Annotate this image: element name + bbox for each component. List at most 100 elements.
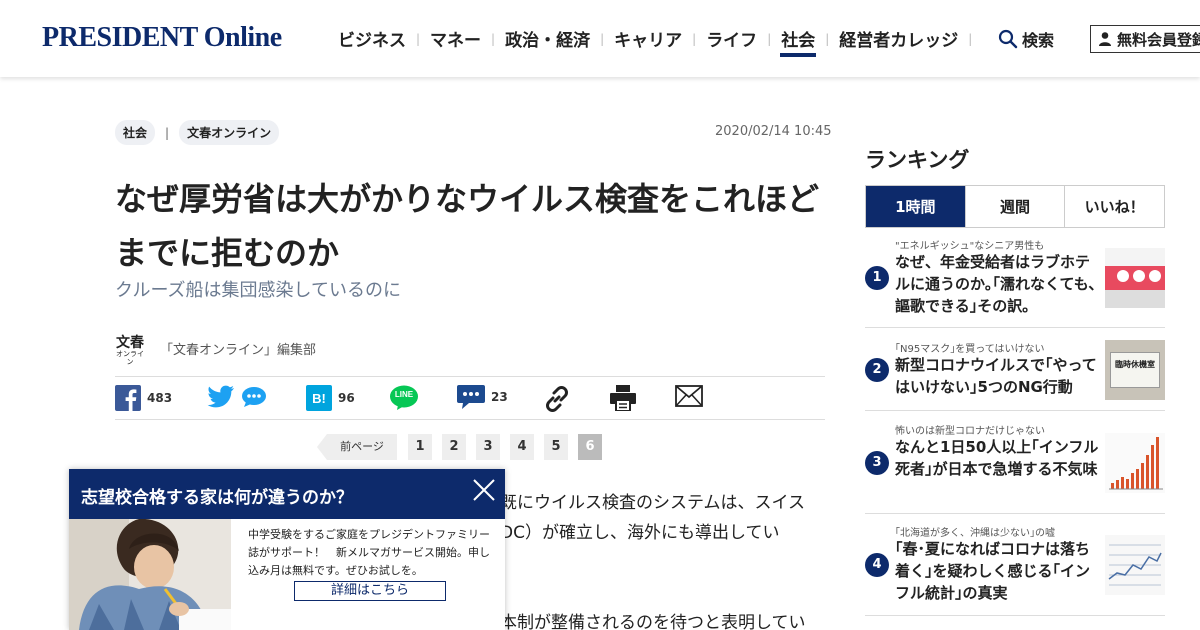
page-link-3[interactable]: 3	[476, 434, 500, 460]
hatena-count: 96	[338, 391, 355, 405]
page-link-6-current: 6	[578, 434, 602, 460]
ranking-item-thumbnail	[1105, 535, 1165, 595]
tag-society[interactable]: 社会	[115, 120, 156, 145]
nav-item-career[interactable]: キャリア	[606, 0, 690, 77]
facebook-icon	[115, 385, 141, 411]
popup-title: 志望校合格する家は何が違うのか？	[81, 488, 353, 508]
popup-child-studying-image	[69, 519, 231, 630]
author-logo-subtext: オンライン	[116, 350, 144, 366]
rank-number-badge: 4	[865, 553, 889, 577]
ranking-item[interactable]: 2 ｢N95マスク｣を買ってはいけない 新型コロナウイルスで｢やってはいけない｣…	[865, 338, 1165, 411]
thumbnail-sign: 臨時休機室	[1110, 352, 1160, 388]
ranking-item-headline: なぜ、年金受給者はラブホテルに通うのか｡｢濡れなくても､謳歌できる｣その訳｡	[895, 253, 1097, 315]
site-header: PRESIDENT Online ビジネス | マネー | 政治・経済 | キャ…	[0, 0, 1200, 77]
tab-weekly[interactable]: 週間	[964, 186, 1065, 227]
tag-bunshun-online[interactable]: 文春オンライン	[179, 120, 280, 145]
ranking-item-headline: 新型コロナウイルスで｢やってはいけない｣5つのNG行動	[895, 356, 1097, 396]
nav-separator: |	[600, 31, 605, 46]
nav-item-business[interactable]: ビジネス	[330, 0, 414, 77]
print-icon	[610, 385, 636, 411]
user-icon	[1099, 32, 1111, 46]
rank-number-badge: 3	[865, 451, 889, 475]
more-comments-bubble-icon	[242, 387, 266, 407]
nav-separator: |	[491, 31, 496, 46]
nav-separator: |	[767, 31, 772, 46]
member-label: 無料会員登録	[1117, 30, 1200, 49]
search-icon	[998, 29, 1018, 49]
page-link-1[interactable]: 1	[408, 434, 432, 460]
share-bar: 483 B! 96 LINE 23	[115, 376, 825, 420]
nav-separator: |	[692, 31, 697, 46]
ranking-item[interactable]: 4 ｢北海道が多く、沖縄は少ない｣の嘘 ｢春･夏になればコロナは落ち着く｣を疑わ…	[865, 522, 1165, 616]
article-tags: 社会 | 文春オンライン	[115, 120, 280, 145]
rank-number-badge: 2	[865, 358, 889, 382]
popup-details-button[interactable]: 詳細はこちら	[294, 581, 446, 601]
article-author[interactable]: 「文春オンライン」編集部	[160, 339, 316, 358]
page-link-5[interactable]: 5	[544, 434, 568, 460]
hatena-bookmark-label: B!	[312, 390, 326, 406]
nav-item-executive-college[interactable]: 経営者カレッジ	[831, 0, 966, 77]
search-button[interactable]: 検索	[998, 27, 1054, 51]
nav-item-society[interactable]: 社会	[773, 0, 823, 77]
article-subtitle: クルーズ船は集団感染しているのに	[115, 280, 402, 301]
print-button[interactable]	[609, 385, 637, 411]
twitter-icon	[207, 385, 234, 408]
nav-item-life[interactable]: ライフ	[698, 0, 765, 77]
hatena-bookmark-share[interactable]: B! 96	[306, 385, 355, 411]
tab-1-hour[interactable]: 1時間	[866, 186, 965, 227]
nav-item-politics-economy[interactable]: 政治・経済	[497, 0, 598, 77]
main-nav: ビジネス | マネー | 政治・経済 | キャリア | ライフ | 社会 | 経…	[330, 0, 974, 77]
ranking-item[interactable]: 3 怖いのは新型コロナだけじゃない なんと1日50人以上｢インフル死者｣が日本で…	[865, 420, 1165, 514]
member-register-button[interactable]: 無料会員登録	[1090, 25, 1200, 53]
nav-item-money[interactable]: マネー	[422, 0, 489, 77]
article-title: なぜ厚労省は大がかりなウイルス検査をこれほどまでに拒むのか	[115, 180, 820, 272]
copy-link-button[interactable]	[543, 385, 571, 413]
link-icon	[546, 386, 568, 412]
close-icon[interactable]	[471, 477, 497, 503]
line-icon: LINE	[389, 385, 419, 411]
page-link-2[interactable]: 2	[442, 434, 466, 460]
ranking-item-thumbnail	[1105, 433, 1165, 493]
popup-description: 中学受験をするご家庭をプレジデントファミリー誌がサポート！ 新メルマガサービス開…	[248, 528, 490, 577]
search-label: 検索	[1022, 31, 1055, 50]
ranking-title: ランキング	[865, 148, 970, 172]
comment-icon	[457, 385, 485, 409]
author-logo-text: 文春	[116, 335, 144, 351]
nav-separator: |	[416, 31, 421, 46]
comments-count: 23	[491, 390, 508, 404]
author-logo[interactable]: 文春 オンライン	[116, 335, 144, 366]
newsletter-popup: 志望校合格する家は何が違うのか？ 中学受験をするご家庭をプレジデントファミリー誌…	[69, 469, 505, 630]
ranking-item-headline: ｢春･夏になればコロナは落ち着く｣を疑わしく感じる｢インフル統計｣の真実	[895, 540, 1091, 602]
ranking-tabs: 1時間 週間 いいね！	[865, 185, 1165, 228]
rank-number-badge: 1	[865, 266, 889, 290]
article-body-line: 既にウイルス検査のシステムは、スイス	[500, 493, 805, 513]
ranking-item-thumbnail: 臨時休機室	[1105, 340, 1165, 400]
ranking-item-headline: なんと1日50人以上｢インフル死者｣が日本で急増する不気味	[895, 438, 1099, 478]
facebook-count: 483	[147, 391, 173, 405]
ranking-item[interactable]: 1 "エネルギッシュ"なシニア男性も なぜ、年金受給者はラブホテルに通うのか｡｢…	[865, 236, 1165, 328]
mail-icon	[675, 385, 703, 407]
ranking-item-thumbnail	[1105, 248, 1165, 308]
ranking-item-kicker: "エネルギッシュ"なシニア男性も	[895, 241, 1045, 252]
tag-separator: |	[165, 125, 170, 140]
twitter-share[interactable]	[207, 385, 267, 409]
popup-header: 志望校合格する家は何が違うのか？	[69, 469, 505, 519]
ranking-item-kicker: 怖いのは新型コロナだけじゃない	[895, 426, 1045, 437]
article-date: 2020/02/14 10:45	[715, 124, 832, 139]
article-body-line: 本制が整備されるのを待つと表明してい	[500, 613, 806, 630]
site-logo[interactable]: PRESIDENT Online	[42, 22, 282, 54]
article-body-line: DC）が確立し、海外にも導出してい	[500, 523, 780, 543]
prev-page-button[interactable]: 前ページ	[317, 434, 397, 460]
hatena-bookmark-icon: B!	[306, 385, 332, 411]
line-share[interactable]: LINE	[389, 385, 419, 411]
comments-share[interactable]: 23	[457, 385, 508, 409]
ranking-item-kicker: ｢N95マスク｣を買ってはいけない	[895, 344, 1045, 355]
email-share[interactable]	[675, 385, 703, 407]
page-link-4[interactable]: 4	[510, 434, 534, 460]
facebook-share[interactable]: 483	[115, 385, 172, 411]
tab-likes[interactable]: いいね！	[1064, 186, 1164, 227]
nav-separator: |	[825, 31, 830, 46]
line-label: LINE	[394, 390, 414, 399]
nav-separator: |	[968, 31, 973, 46]
ranking-item-kicker: ｢北海道が多く、沖縄は少ない｣の嘘	[895, 528, 1055, 539]
